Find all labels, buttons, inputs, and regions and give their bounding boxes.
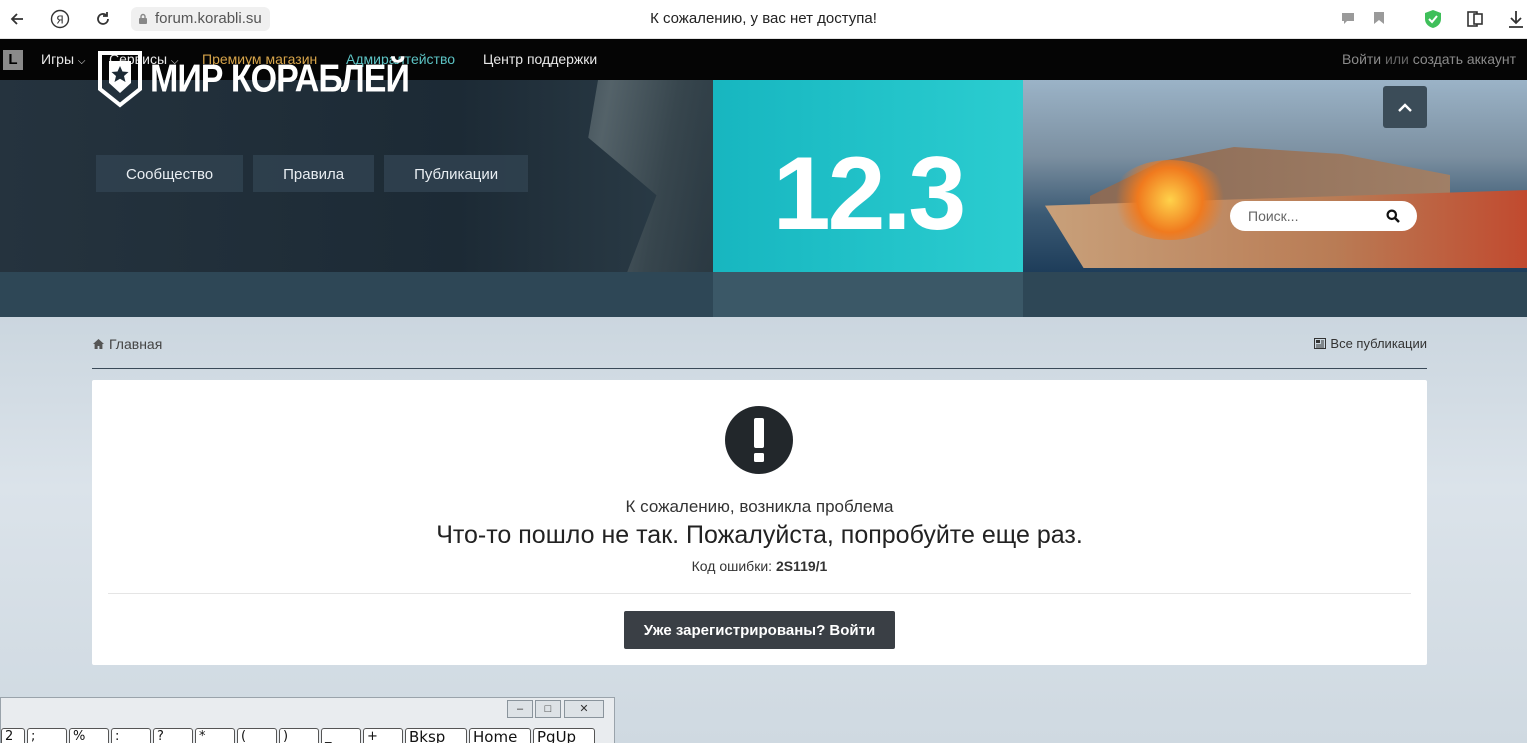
nav-support[interactable]: Центр поддержки (483, 51, 597, 67)
bookmark-icon[interactable] (1373, 11, 1385, 30)
site-section-tabs: Сообщество Правила Публикации (96, 155, 529, 192)
all-publications-label: Все публикации (1330, 336, 1427, 351)
key[interactable]: ) (279, 728, 319, 743)
login-button[interactable]: Уже зарегистрированы? Войти (624, 611, 895, 649)
anchor-shield-icon (98, 51, 142, 108)
minimize-icon[interactable]: – (507, 700, 533, 718)
auth-links: Войти или создать аккаунт (1342, 51, 1516, 67)
newspaper-icon (1314, 338, 1327, 349)
shield-check-icon[interactable] (1423, 9, 1443, 34)
tab-community[interactable]: Сообщество (96, 155, 244, 192)
key[interactable]: ; (27, 728, 67, 743)
home-icon (93, 339, 104, 349)
key-home[interactable]: Home (469, 728, 531, 743)
register-link[interactable]: создать аккаунт (1413, 51, 1516, 67)
brand-name: МИР КОРАБЛЕЙ (150, 56, 410, 101)
extensions-icon[interactable] (1465, 9, 1485, 34)
browser-toolbar: Я forum.korabli.su К сожалению, у вас не… (0, 0, 1527, 39)
auth-or: или (1385, 51, 1409, 67)
tab-rules[interactable]: Правила (253, 155, 375, 192)
error-code-label: Код ошибки: (691, 558, 773, 574)
on-screen-keyboard: – □ ✕ 2 ; % : ? * ( ) _ + Bksp Home PgUp (0, 697, 615, 743)
divider (108, 593, 1411, 594)
banner-rock-art (588, 80, 715, 272)
key-row: 2 ; % : ? * ( ) _ + Bksp Home PgUp (1, 728, 595, 743)
search-icon[interactable] (1386, 209, 1400, 223)
key[interactable]: ? (153, 728, 193, 743)
banner-bottom-strip (0, 272, 1527, 317)
search-input[interactable] (1248, 208, 1378, 224)
header-banner: 12.3 (0, 80, 1527, 317)
maximize-icon[interactable]: □ (535, 700, 561, 718)
all-publications-link[interactable]: Все публикации (1314, 336, 1427, 351)
key[interactable]: : (111, 728, 151, 743)
error-code: Код ошибки: 2S119/1 (92, 558, 1427, 574)
version-panel: 12.3 (713, 80, 1023, 272)
chevron-up-icon (1398, 103, 1412, 112)
error-code-value: 2S119/1 (775, 558, 828, 574)
error-message: Что-то пошло не так. Пожалуйста, попробу… (436, 521, 1083, 549)
key[interactable]: _ (321, 728, 361, 743)
tab-publications[interactable]: Публикации (384, 155, 529, 192)
lesta-logo[interactable]: L (3, 50, 23, 70)
site-logo[interactable]: МИР КОРАБЛЕЙ (96, 49, 410, 109)
login-link[interactable]: Войти (1342, 51, 1381, 67)
key[interactable]: + (363, 728, 403, 743)
comment-icon[interactable] (1341, 11, 1355, 30)
breadcrumb-home[interactable]: Главная (92, 336, 162, 352)
exclamation-icon (725, 406, 793, 474)
breadcrumb: Главная Все публикации (92, 335, 1427, 369)
key-backspace[interactable]: Bksp (405, 728, 467, 743)
close-icon[interactable]: ✕ (564, 700, 604, 718)
page-tab-title: К сожалению, у вас нет доступа! (650, 10, 877, 27)
search-box (1230, 201, 1417, 231)
ship-fire-shape (1110, 160, 1230, 240)
key[interactable]: % (69, 728, 109, 743)
key[interactable]: * (195, 728, 235, 743)
nav-games[interactable]: Игры ⌵ (41, 51, 86, 67)
key[interactable]: ( (237, 728, 277, 743)
nav-games-label: Игры (41, 51, 75, 67)
key[interactable]: 2 (1, 728, 25, 743)
scroll-top-button[interactable] (1383, 86, 1427, 128)
version-number: 12.3 (772, 136, 966, 252)
download-icon[interactable] (1507, 9, 1525, 34)
error-panel: К сожалению, возникла проблема Что-то по… (92, 380, 1427, 665)
breadcrumb-home-label: Главная (109, 336, 163, 352)
error-title: К сожалению, возникла проблема (625, 497, 894, 516)
key-pgup[interactable]: PgUp (533, 728, 595, 743)
chevron-down-icon: ⌵ (77, 56, 86, 67)
